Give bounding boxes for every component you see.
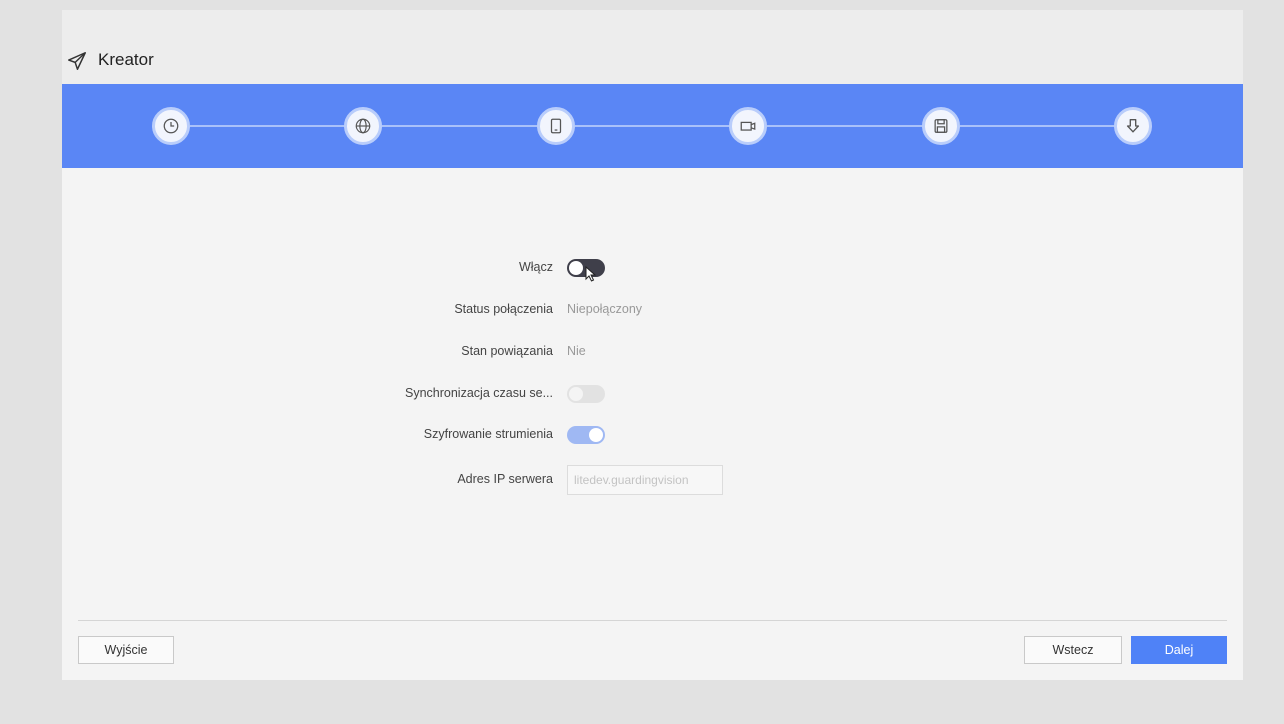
row-stream-encryption: Szyfrowanie strumienia <box>62 423 1243 447</box>
back-button[interactable]: Wstecz <box>1024 636 1122 664</box>
wizard-step-bar <box>62 84 1243 168</box>
save-icon <box>934 119 948 133</box>
row-connection-status: Status połączenia Niepołączony <box>62 298 1243 322</box>
paper-plane-icon <box>68 52 86 70</box>
step-download[interactable] <box>1114 107 1152 145</box>
connection-status-label: Status połączenia <box>454 302 553 316</box>
step-time[interactable] <box>152 107 190 145</box>
step-storage[interactable] <box>922 107 960 145</box>
connection-status-value: Niepołączony <box>567 302 643 316</box>
step-camera[interactable] <box>729 107 767 145</box>
row-binding-state: Stan powiązania Nie <box>62 340 1243 364</box>
next-button[interactable]: Dalej <box>1131 636 1227 664</box>
server-ip-label: Adres IP serwera <box>457 472 553 486</box>
mouse-cursor-icon <box>585 266 597 282</box>
clock-icon <box>163 118 179 134</box>
footer-divider <box>78 620 1227 621</box>
step-platform[interactable] <box>537 107 575 145</box>
page-title: Kreator <box>98 50 154 69</box>
step-connector <box>190 125 347 127</box>
step-network[interactable] <box>344 107 382 145</box>
wizard-window: Kreator Włącz Status połączenia Niepołąc… <box>62 10 1243 680</box>
step-connector <box>575 125 732 127</box>
stream-encryption-toggle[interactable] <box>567 426 605 444</box>
enable-label: Włącz <box>518 260 553 274</box>
server-ip-input[interactable] <box>567 465 723 495</box>
step-connector <box>382 125 540 127</box>
time-sync-label: Synchronizacja czasu se... <box>405 386 553 400</box>
stream-encryption-label: Szyfrowanie strumienia <box>423 427 553 441</box>
exit-button[interactable]: Wyjście <box>78 636 174 664</box>
row-time-sync: Synchronizacja czasu se... <box>62 382 1243 406</box>
step-connector <box>960 125 1117 127</box>
globe-icon <box>355 118 371 134</box>
window-header: Kreator <box>62 10 1243 84</box>
download-icon <box>1126 119 1140 133</box>
row-server-ip: Adres IP serwera <box>62 465 1243 495</box>
binding-state-label: Stan powiązania <box>461 344 553 358</box>
time-sync-toggle[interactable] <box>567 385 605 403</box>
step-connector <box>767 125 925 127</box>
camera-icon <box>740 121 756 131</box>
binding-state-value: Nie <box>567 344 586 358</box>
row-enable: Włącz <box>62 256 1243 282</box>
mobile-icon <box>550 118 562 134</box>
